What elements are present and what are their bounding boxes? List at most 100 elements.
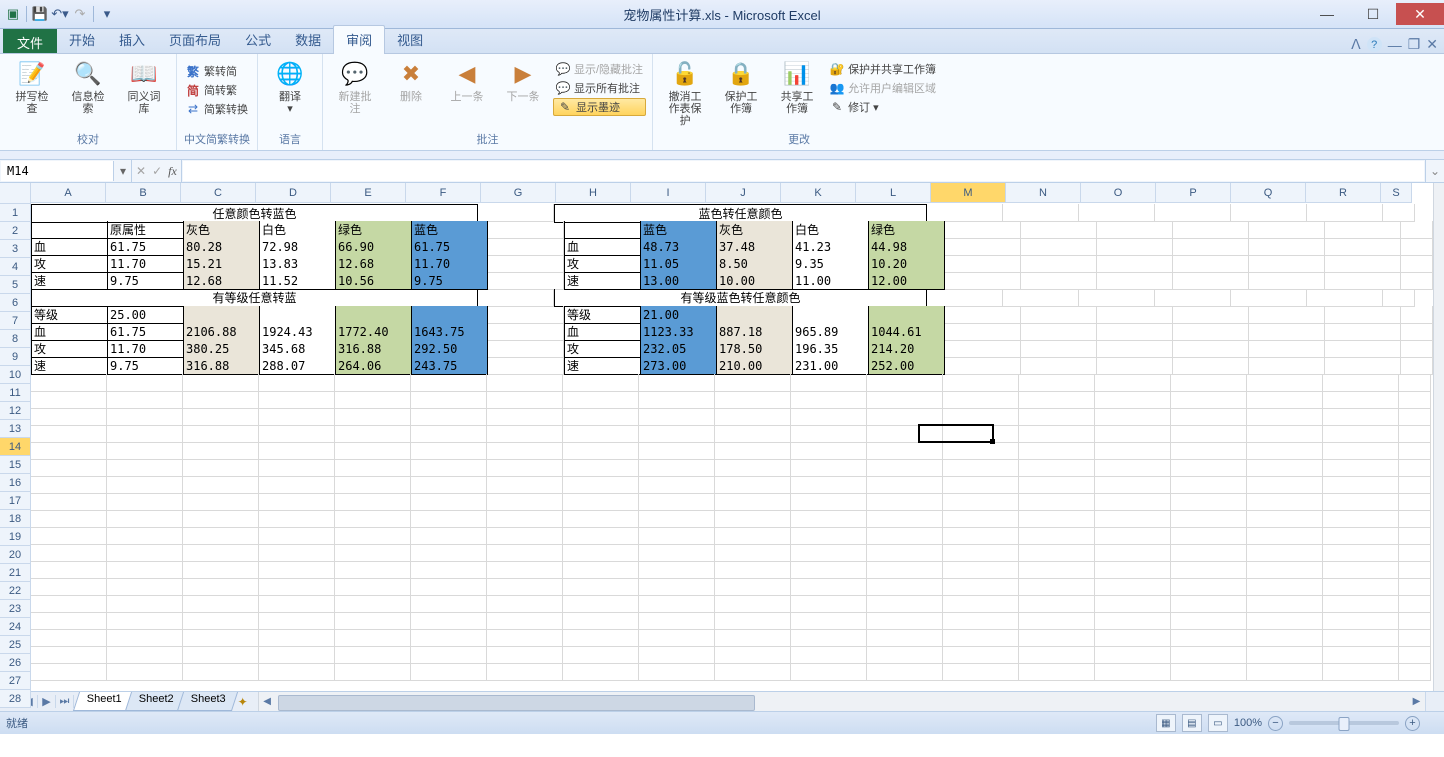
cell[interactable]	[1173, 238, 1249, 256]
cell[interactable]	[488, 272, 564, 290]
research-button[interactable]: 🔍信息检索	[62, 56, 114, 118]
column-header[interactable]: P	[1156, 183, 1231, 203]
cell[interactable]	[715, 510, 791, 528]
cell[interactable]	[107, 442, 183, 460]
cell[interactable]: 10.56	[336, 272, 412, 290]
cell[interactable]	[1019, 459, 1095, 477]
cell[interactable]	[183, 646, 259, 664]
cell[interactable]	[183, 527, 259, 545]
cell[interactable]	[183, 663, 259, 681]
row-header[interactable]: 7	[0, 312, 31, 330]
cell[interactable]	[1019, 442, 1095, 460]
name-box-dropdown[interactable]: ▾	[115, 160, 132, 182]
cell[interactable]	[943, 578, 1019, 596]
cell[interactable]	[335, 476, 411, 494]
cell[interactable]	[943, 493, 1019, 511]
cell[interactable]: 8.50	[717, 255, 793, 273]
cell[interactable]	[1401, 238, 1433, 256]
row-header[interactable]: 6	[0, 294, 31, 312]
cell[interactable]	[927, 289, 1003, 307]
cell[interactable]	[563, 493, 639, 511]
cell[interactable]	[259, 391, 335, 409]
cell[interactable]	[1097, 306, 1173, 324]
doc-minimize-icon[interactable]: —	[1388, 37, 1402, 53]
maximize-button[interactable]: ☐	[1350, 3, 1396, 25]
cell[interactable]	[412, 306, 488, 324]
cell[interactable]	[639, 629, 715, 647]
cell[interactable]: 9.75	[108, 272, 184, 290]
expand-formula-bar-icon[interactable]: ⌄	[1425, 160, 1444, 182]
cell[interactable]	[183, 476, 259, 494]
cell[interactable]	[1247, 629, 1323, 647]
cell[interactable]	[791, 408, 867, 426]
cell[interactable]	[715, 476, 791, 494]
next-comment-button[interactable]: ▶下一条	[497, 56, 549, 106]
cell[interactable]: 1123.33	[641, 323, 717, 341]
cell[interactable]	[107, 612, 183, 630]
track-changes-button[interactable]: ✎修订 ▾	[827, 98, 939, 116]
cell[interactable]	[945, 255, 1021, 273]
cell[interactable]	[563, 510, 639, 528]
cell[interactable]	[31, 391, 107, 409]
cell[interactable]	[1231, 289, 1307, 307]
cell[interactable]	[715, 561, 791, 579]
row-header[interactable]: 2	[0, 222, 31, 240]
cell[interactable]	[411, 374, 487, 392]
cell[interactable]	[1095, 408, 1171, 426]
cell[interactable]	[943, 612, 1019, 630]
cell[interactable]	[335, 612, 411, 630]
cell[interactable]	[487, 459, 563, 477]
cell[interactable]	[411, 595, 487, 613]
cell[interactable]	[1019, 663, 1095, 681]
cell[interactable]	[715, 374, 791, 392]
row-header[interactable]: 16	[0, 474, 31, 492]
cell[interactable]	[487, 561, 563, 579]
cell[interactable]	[1097, 221, 1173, 239]
cell[interactable]: 攻	[31, 340, 108, 358]
cell[interactable]	[1247, 646, 1323, 664]
cell[interactable]	[1171, 408, 1247, 426]
cell[interactable]: 灰色	[717, 221, 793, 239]
cell[interactable]: 1924.43	[260, 323, 336, 341]
cell[interactable]	[639, 408, 715, 426]
cell[interactable]	[791, 391, 867, 409]
row-header[interactable]: 5	[0, 276, 31, 294]
cell[interactable]: 速	[31, 357, 108, 375]
cell[interactable]	[411, 408, 487, 426]
cell[interactable]	[488, 323, 564, 341]
cell[interactable]	[791, 510, 867, 528]
cell[interactable]	[639, 459, 715, 477]
cell[interactable]	[488, 340, 564, 358]
cell[interactable]	[1019, 425, 1095, 443]
cell[interactable]	[1019, 493, 1095, 511]
cell[interactable]	[1171, 459, 1247, 477]
cell[interactable]	[1399, 510, 1431, 528]
excel-icon[interactable]: ▣	[4, 5, 22, 23]
cell[interactable]: 72.98	[260, 238, 336, 256]
cell[interactable]	[1097, 357, 1173, 375]
cell[interactable]	[335, 578, 411, 596]
cell[interactable]	[411, 476, 487, 494]
row-header[interactable]: 13	[0, 420, 31, 438]
cell[interactable]	[488, 221, 564, 239]
cell[interactable]	[867, 629, 943, 647]
cell[interactable]	[1323, 391, 1399, 409]
cell[interactable]	[487, 374, 563, 392]
cell[interactable]	[945, 323, 1021, 341]
cell[interactable]	[943, 459, 1019, 477]
column-header[interactable]: J	[706, 183, 781, 203]
cell[interactable]	[791, 646, 867, 664]
cell[interactable]	[31, 612, 107, 630]
cell[interactable]	[488, 238, 564, 256]
cell[interactable]: 10.00	[717, 272, 793, 290]
cell[interactable]: 44.98	[869, 238, 945, 256]
cell[interactable]	[1095, 493, 1171, 511]
tab-formulas[interactable]: 公式	[233, 26, 283, 53]
cell[interactable]: 有等级蓝色转任意颜色	[554, 289, 927, 307]
cell[interactable]	[31, 476, 107, 494]
cell[interactable]: 绿色	[336, 221, 412, 239]
cell[interactable]: 血	[31, 323, 108, 341]
cell[interactable]	[259, 629, 335, 647]
cell[interactable]	[1095, 561, 1171, 579]
cell[interactable]	[260, 306, 336, 324]
